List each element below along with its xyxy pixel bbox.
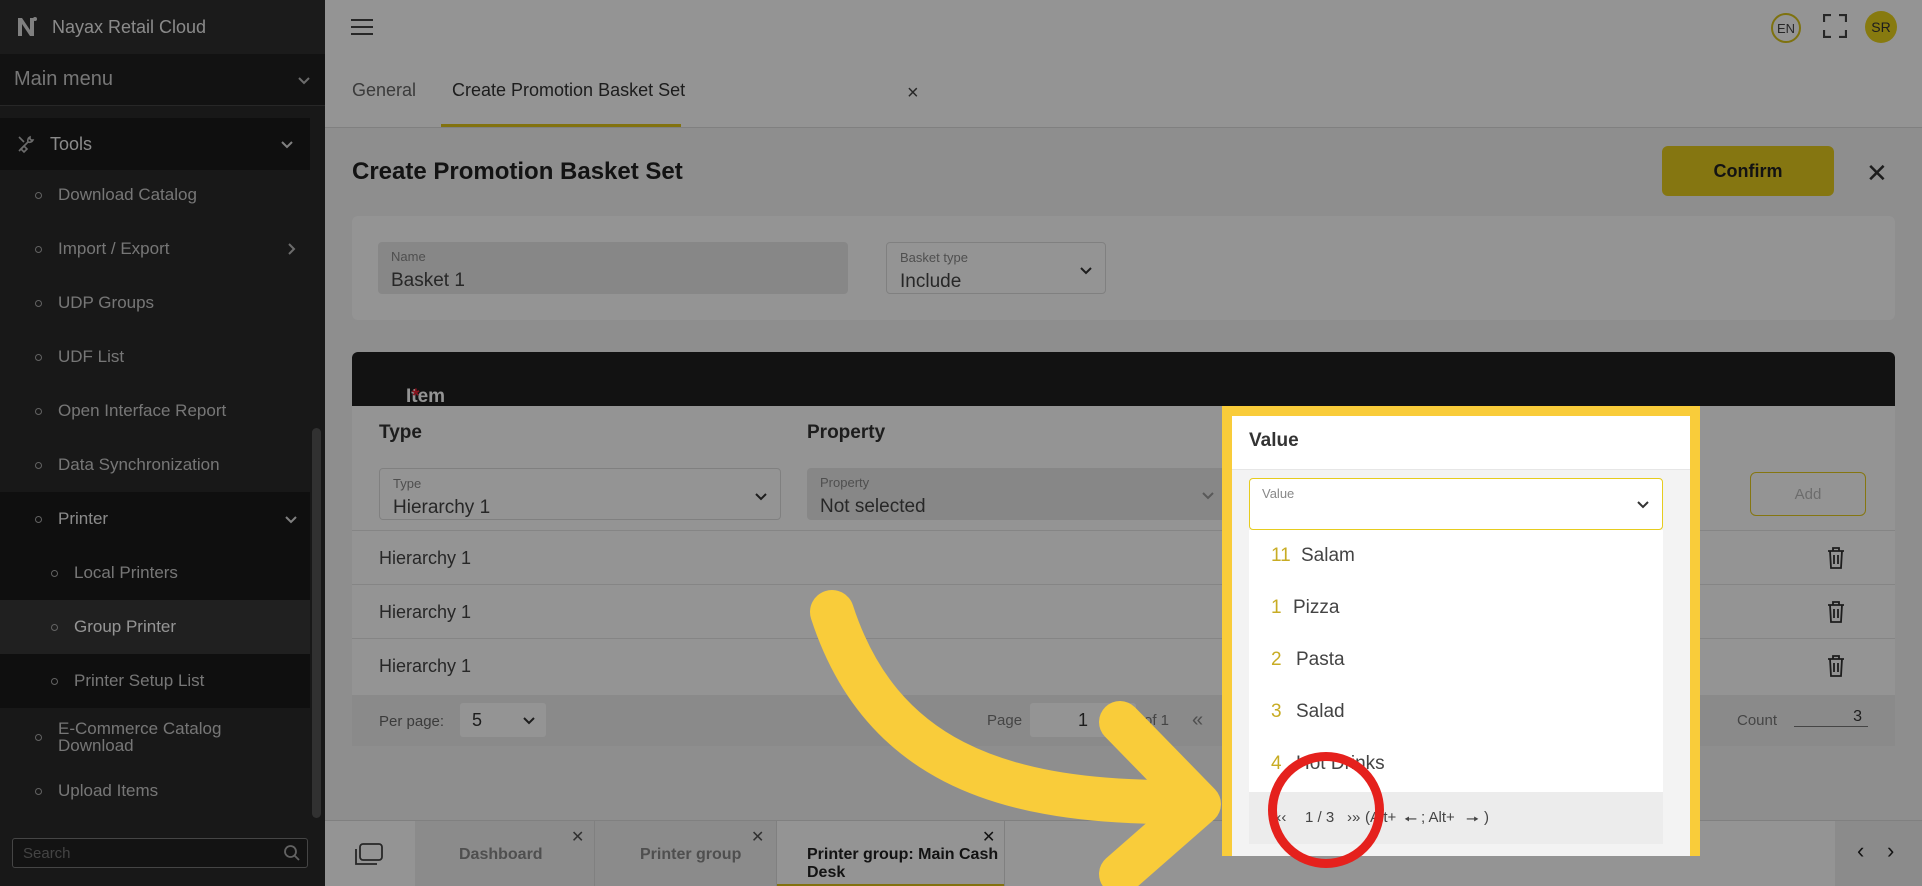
option-text: Salad xyxy=(1296,701,1345,722)
option-number: 2 xyxy=(1271,649,1282,670)
arrow-left-icon: 🠔 xyxy=(1404,811,1418,828)
dropdown-option[interactable]: 1 Pizza xyxy=(1249,582,1663,634)
value-filter-select[interactable]: Value xyxy=(1249,478,1663,530)
keyboard-hint-close: ) xyxy=(1484,809,1489,826)
keyboard-hint-mid: ; Alt+ xyxy=(1421,809,1455,826)
dropdown-option[interactable]: 3 Salad xyxy=(1249,686,1663,738)
value-dropdown-list: 11 Salam 1 Pizza 2 Pasta 3 Salad 4 Hot D… xyxy=(1249,530,1663,792)
annotation-red-circle xyxy=(1268,752,1384,868)
chevron-down-icon xyxy=(1637,501,1649,509)
arrow-right-icon: 🠖 xyxy=(1466,811,1480,828)
dropdown-option[interactable]: 11 Salam xyxy=(1249,530,1663,582)
option-text: Salam xyxy=(1301,545,1355,566)
value-column-header: Value xyxy=(1232,416,1690,470)
option-number: 3 xyxy=(1271,701,1282,722)
dropdown-option[interactable]: 2 Pasta xyxy=(1249,634,1663,686)
option-number: 11 xyxy=(1271,545,1291,566)
option-number: 1 xyxy=(1271,597,1282,618)
value-filter-label: Value xyxy=(1262,486,1295,501)
column-header-value: Value xyxy=(1249,430,1299,451)
option-number: 4 xyxy=(1271,753,1282,774)
option-text: Pasta xyxy=(1296,649,1345,670)
option-text: Pizza xyxy=(1293,597,1340,618)
